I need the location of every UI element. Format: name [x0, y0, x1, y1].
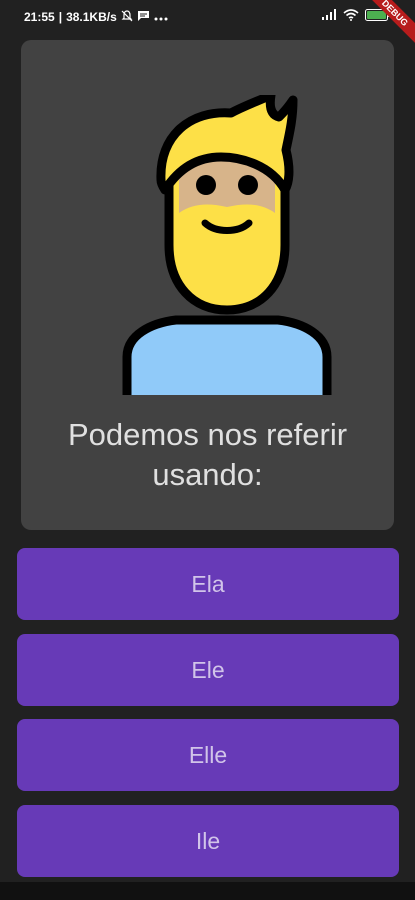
status-separator: | [58, 10, 63, 24]
message-icon [137, 10, 150, 25]
status-network-speed: 38.1KB/s [66, 10, 117, 24]
question-text: Podemos nos referir usando: [67, 417, 348, 492]
option-button-ile[interactable]: Ile [17, 805, 399, 877]
bell-off-icon [121, 9, 133, 25]
option-button-elle[interactable]: Elle [17, 719, 399, 791]
wifi-icon [343, 9, 359, 24]
status-time: 21:55 [24, 10, 55, 24]
more-dots-icon [154, 10, 168, 24]
signal-icon [321, 9, 337, 24]
option-button-ele[interactable]: Ele [17, 634, 399, 706]
status-bar: 21:55 | 38.1KB/s DEBUG [0, 0, 415, 48]
bearded-man-avatar-icon [121, 90, 333, 400]
system-navigation-bar [0, 882, 415, 900]
question-card: Podemos nos referir usando: [21, 40, 394, 530]
option-button-ela[interactable]: Ela [17, 548, 399, 620]
